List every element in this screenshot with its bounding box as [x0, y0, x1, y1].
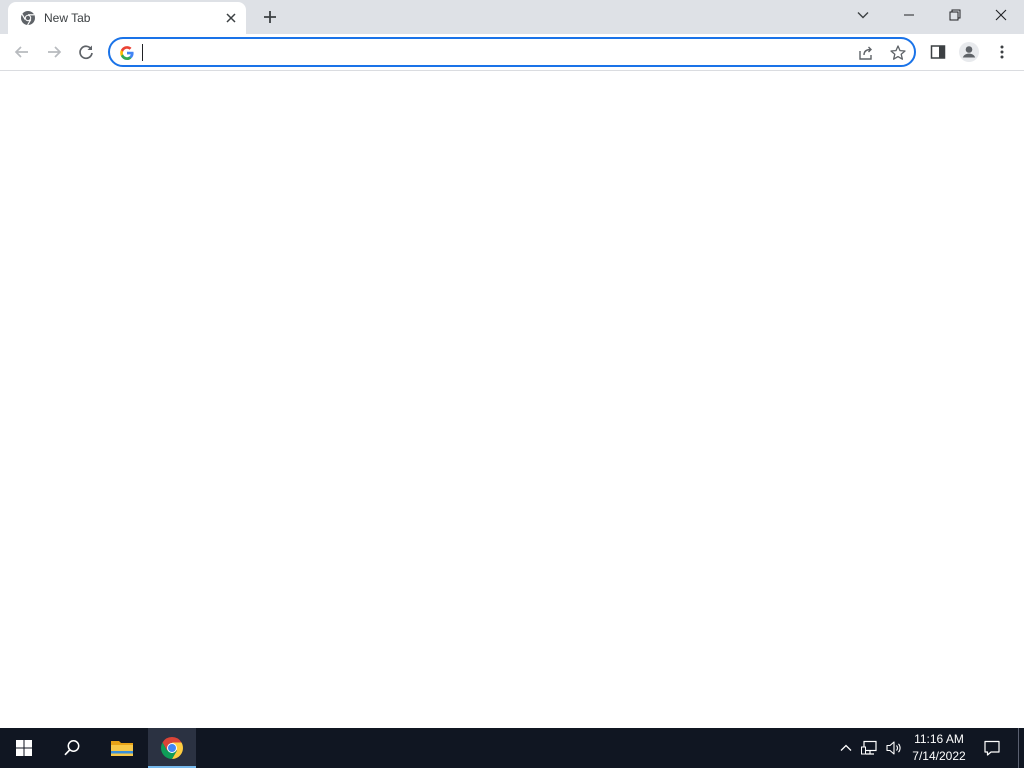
side-panel-icon — [930, 45, 946, 59]
chevron-down-icon — [857, 12, 869, 19]
tab-strip: New Tab — [0, 0, 1024, 34]
chevron-up-icon — [840, 744, 852, 751]
volume-icon — [886, 741, 901, 755]
browser-toolbar — [0, 34, 1024, 71]
share-icon — [859, 46, 872, 60]
arrow-right-icon — [48, 46, 62, 58]
start-button[interactable] — [0, 728, 48, 768]
action-center-button[interactable] — [982, 738, 1002, 758]
clock-date: 7/14/2022 — [912, 749, 966, 763]
chrome-icon — [161, 737, 183, 759]
close-icon — [995, 9, 1007, 21]
tab-title: New Tab — [44, 11, 91, 25]
new-tab-button[interactable] — [258, 5, 282, 29]
search-icon — [64, 740, 80, 756]
arrow-left-icon — [14, 46, 28, 58]
chrome-menu-button[interactable] — [988, 38, 1016, 66]
profile-button[interactable] — [955, 38, 983, 66]
show-desktop-button[interactable] — [1018, 728, 1024, 768]
chrome-icon — [20, 10, 36, 26]
close-window-button[interactable] — [978, 0, 1024, 30]
address-bar-input[interactable] — [142, 42, 842, 62]
clock-time: 11:16 AM — [914, 732, 964, 746]
minimize-button[interactable] — [886, 0, 932, 30]
taskbar-search-button[interactable] — [48, 728, 96, 768]
star-icon — [890, 45, 906, 60]
tab-close-icon[interactable] — [223, 10, 239, 26]
side-panel-button[interactable] — [924, 38, 952, 66]
taskbar-file-explorer[interactable] — [98, 728, 146, 768]
taskbar-chrome[interactable] — [148, 728, 196, 768]
taskbar-clock[interactable]: 11:16 AM 7/14/2022 — [906, 731, 972, 765]
tab-new-tab[interactable]: New Tab — [8, 2, 246, 34]
kebab-menu-icon — [1000, 45, 1004, 59]
taskbar: 11:16 AM 7/14/2022 — [0, 728, 1024, 768]
windows-start-icon — [16, 740, 32, 756]
network-icon — [861, 740, 877, 755]
reload-button[interactable] — [72, 38, 100, 66]
back-button[interactable] — [8, 38, 36, 66]
bookmark-button[interactable] — [888, 43, 908, 63]
google-g-icon — [119, 45, 135, 61]
forward-button[interactable] — [40, 38, 68, 66]
restore-icon — [949, 9, 961, 21]
share-button[interactable] — [856, 43, 876, 63]
folder-icon — [111, 741, 133, 756]
volume-button[interactable] — [884, 738, 904, 758]
restore-button[interactable] — [932, 0, 978, 30]
network-button[interactable] — [860, 738, 880, 758]
text-caret — [142, 44, 143, 61]
notification-icon — [984, 740, 1000, 756]
reload-icon — [79, 45, 93, 60]
profile-icon — [959, 42, 979, 62]
tab-search-button[interactable] — [850, 2, 876, 28]
page-content — [0, 71, 1024, 728]
minimize-icon — [904, 14, 914, 16]
plus-icon — [264, 11, 276, 23]
address-bar[interactable] — [108, 37, 916, 67]
tray-overflow-button[interactable] — [836, 738, 856, 758]
